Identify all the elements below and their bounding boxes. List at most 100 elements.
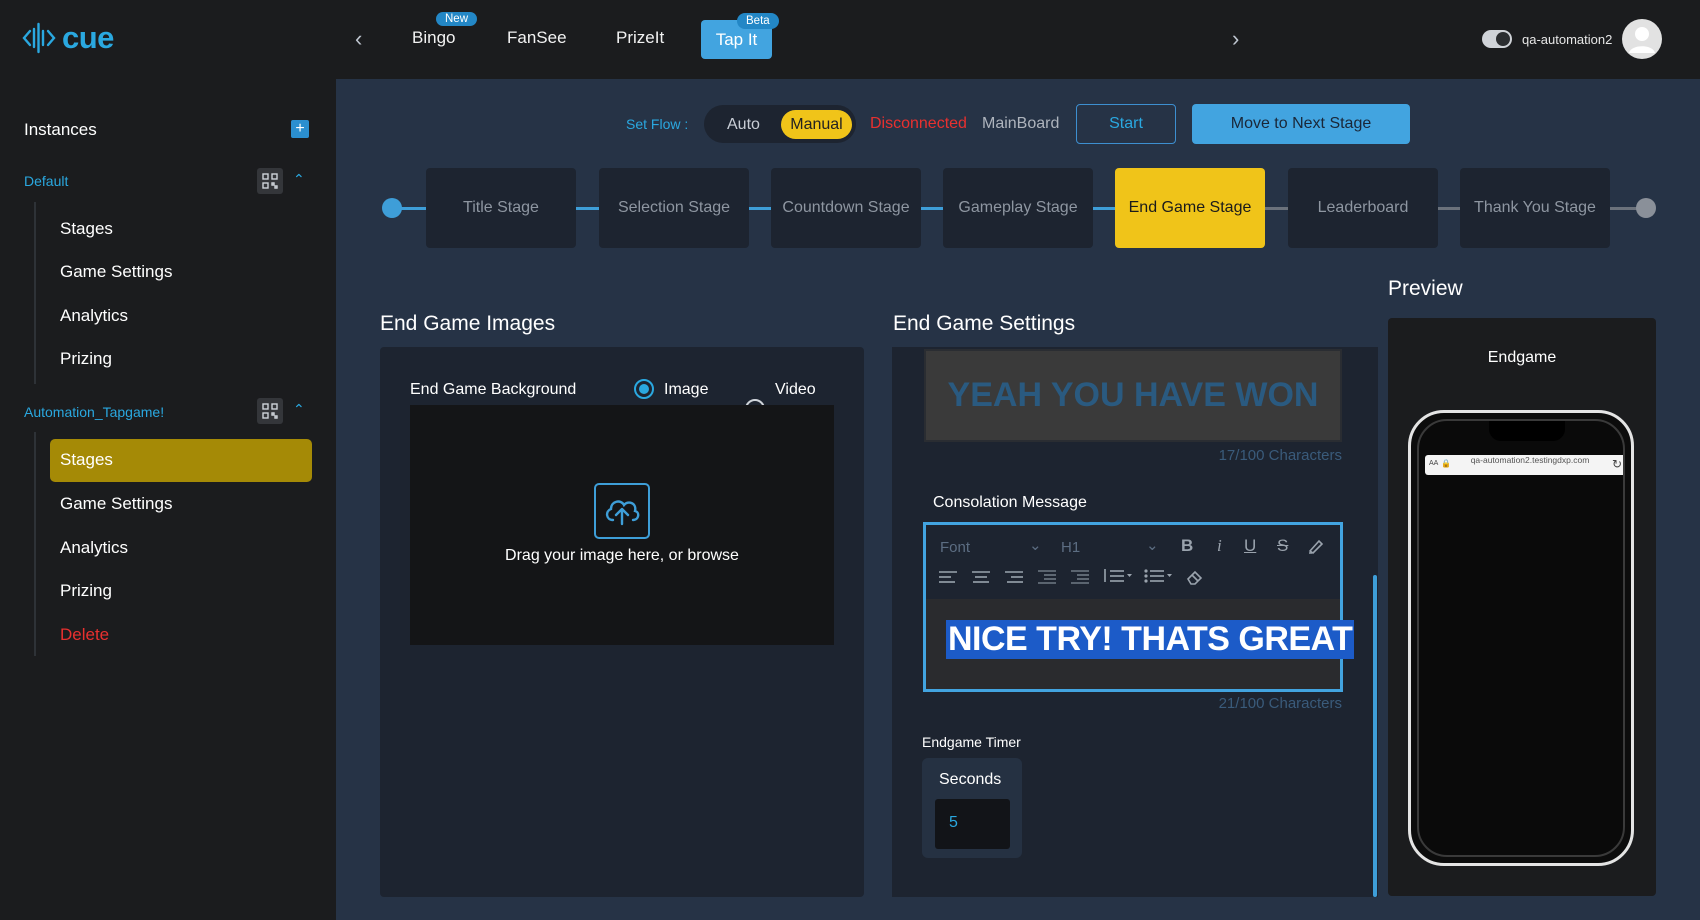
instance-automation-tapgame[interactable]: Automation_Tapgame! [24,404,164,420]
upload-cloud-icon[interactable] [594,483,650,539]
flow-auto-option[interactable]: Auto [727,116,760,134]
settings-scrollbar[interactable] [1373,575,1377,897]
consolation-char-count: 21/100 Characters [1218,695,1342,712]
consolation-message-text: NICE TRY! THATS GREAT [946,620,1355,659]
tab-bingo-label: Bingo [412,28,456,47]
eraser-icon[interactable] [1186,569,1204,590]
consolation-rich-text-editor[interactable]: Font ⌄ H1 ⌄ B i U S NICE TRY! THATS GREA… [923,522,1355,692]
end-game-images-heading: End Game Images [380,312,556,335]
instances-title: Instances [24,120,97,139]
tab-tap-it[interactable]: Beta Tap It [701,13,779,59]
ordered-list-icon[interactable] [1104,568,1134,589]
cue-logo[interactable]: cue [22,20,114,56]
avatar[interactable] [1622,19,1663,59]
sidebar-item-prizing[interactable]: Prizing [60,349,112,369]
heading-select[interactable]: H1 [1061,539,1080,556]
font-select[interactable]: Font [940,539,970,556]
heading-chevron-down-icon[interactable]: ⌄ [1146,536,1159,554]
tree-line [34,432,36,656]
italic-icon[interactable]: i [1217,536,1222,556]
stage-title[interactable]: Title Stage [426,168,576,248]
tab-fansee[interactable]: FanSee [507,28,567,48]
consolation-message-label: Consolation Message [933,494,1087,511]
outdent-icon[interactable] [1038,570,1056,589]
dropzone-text: Drag your image here, or browse [505,547,739,564]
tab-prizeit[interactable]: PrizeIt [616,28,664,48]
underline-icon[interactable]: U [1244,536,1256,556]
editor-body[interactable]: NICE TRY! THATS GREAT [926,599,1355,689]
stage-start-dot [382,198,402,218]
win-message-field[interactable]: YEAH YOU HAVE WON [924,349,1342,442]
tab-bingo[interactable]: New Bingo [412,12,478,48]
align-center-icon[interactable] [972,570,990,589]
flow-manual-option[interactable]: Manual [781,110,852,139]
stage-thank-you[interactable]: Thank You Stage [1460,168,1610,248]
tab-prizeit-label: PrizeIt [616,28,665,47]
text-size-label: AA [1429,460,1439,467]
stage-leaderboard[interactable]: Leaderboard [1288,168,1438,248]
font-chevron-down-icon[interactable]: ⌄ [1029,536,1042,554]
preview-url: qa-automation2.testingdxp.com [1470,455,1590,465]
indent-icon[interactable] [1071,570,1089,589]
sidebar-item-game-settings[interactable]: Game Settings [60,494,172,514]
sidebar-item-game-settings[interactable]: Game Settings [60,262,172,282]
collapse-chevron-icon[interactable]: ⌃ [293,171,305,188]
collapse-chevron-icon[interactable]: ⌃ [293,401,305,418]
highlight-icon[interactable] [1307,538,1325,559]
connection-status: Disconnected [870,115,967,132]
stage-countdown[interactable]: Countdown Stage [771,168,921,248]
user-area: qa-automation2 [1482,19,1663,59]
bullet-list-icon[interactable] [1144,568,1174,589]
sidebar-item-analytics[interactable]: Analytics [60,538,128,558]
stage-end-game[interactable]: End Game Stage [1115,168,1265,248]
tab-tap-it-label: Tap It [715,30,758,49]
image-radio-label: Image [664,381,709,398]
username: qa-automation2 [1522,31,1613,47]
add-instance-button[interactable]: + [291,120,309,138]
video-radio-label: Video [775,381,816,398]
align-right-icon[interactable] [1005,570,1023,589]
sidebar-item-analytics[interactable]: Analytics [60,306,128,326]
waveform-icon [22,22,56,54]
stage-gameplay[interactable]: Gameplay Stage [943,168,1093,248]
endgame-timer-label: Endgame Timer [922,734,1021,750]
sidebar-item-delete[interactable]: Delete [60,625,109,645]
end-game-background-label: End Game Background [410,381,577,398]
stage-selection[interactable]: Selection Stage [599,168,749,248]
sidebar-item-stages[interactable]: Stages [60,219,113,239]
end-game-settings-heading: End Game Settings [893,312,1076,335]
bold-icon[interactable]: B [1181,536,1193,556]
tree-line [34,202,36,384]
phone-screen: AA 🔒 qa-automation2.testingdxp.com ↻ [1417,419,1625,857]
start-button[interactable]: Start [1076,104,1176,144]
nav-next-arrow-icon[interactable]: › [1232,26,1239,52]
align-left-icon[interactable] [939,570,957,589]
user-icon [1629,27,1656,53]
seconds-label: Seconds [939,771,1002,788]
image-radio[interactable] [634,379,654,399]
qr-code-icon[interactable] [257,168,283,194]
phone-mockup: AA 🔒 qa-automation2.testingdxp.com ↻ [1408,410,1634,866]
lock-icon: 🔒 [1441,459,1451,468]
new-badge: New [436,12,478,26]
logo-text: cue [62,20,114,55]
phone-notch [1489,421,1565,441]
nav-prev-arrow-icon[interactable]: ‹ [355,26,362,52]
win-message-text: YEAH YOU HAVE WON [947,376,1319,414]
top-bar [0,0,1700,79]
board-name: MainBoard [982,115,1060,132]
beta-badge: Beta [737,13,779,29]
move-to-next-stage-button[interactable]: Move to Next Stage [1192,104,1410,144]
preview-title: Preview [1388,277,1463,300]
sidebar-item-prizing[interactable]: Prizing [60,581,112,601]
theme-toggle[interactable] [1482,30,1512,48]
instance-default[interactable]: Default [24,173,68,189]
browser-url-bar: AA 🔒 qa-automation2.testingdxp.com ↻ [1425,455,1623,475]
seconds-input[interactable]: 5 [935,799,1010,849]
set-flow-label: Set Flow : [626,116,689,132]
reload-icon: ↻ [1612,457,1623,471]
strikethrough-icon[interactable]: S [1277,536,1288,556]
stage-end-dot [1636,198,1656,218]
sidebar-item-stages[interactable]: Stages [60,450,113,470]
qr-code-icon[interactable] [257,398,283,424]
